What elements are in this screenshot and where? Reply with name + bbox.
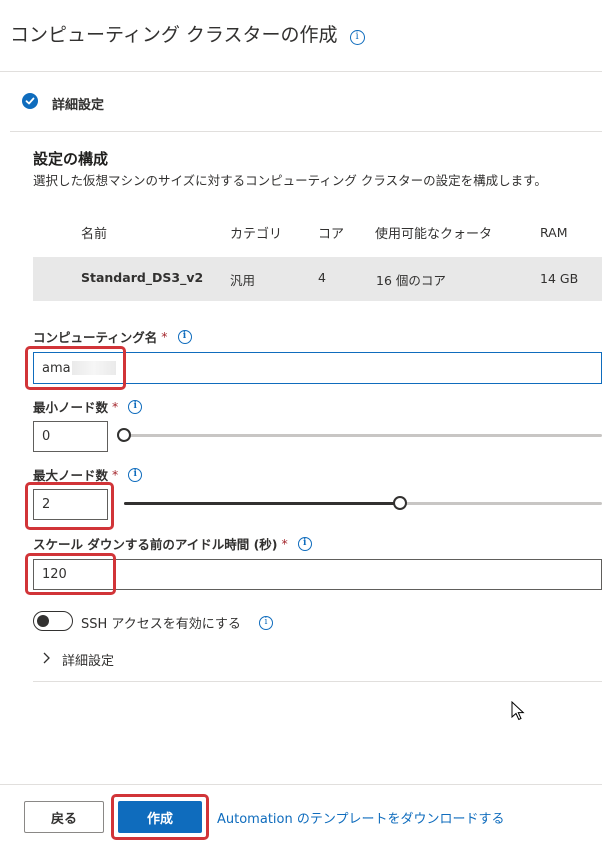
vm-category-cell: 汎用: [230, 273, 256, 288]
idle-time-label: スケール ダウンする前のアイドル時間 (秒) * i: [33, 534, 312, 553]
info-icon[interactable]: i: [297, 536, 312, 551]
ssh-toggle-label: SSH アクセスを有効にする i: [81, 613, 273, 632]
info-icon[interactable]: i: [128, 467, 143, 482]
footer-divider: [0, 784, 602, 785]
advanced-settings-label: 詳細設定: [62, 654, 115, 669]
checkmark-circle-icon: [22, 93, 38, 109]
compute-name-input[interactable]: ama: [33, 352, 602, 384]
advanced-divider: [33, 681, 602, 682]
back-button[interactable]: 戻る: [24, 801, 104, 833]
page-title: コンピューティング クラスターの作成 i: [10, 20, 365, 47]
vm-size-table: 名前 カテゴリ コア 使用可能なクォータ RAM Standard_DS3_v2…: [33, 205, 602, 301]
max-nodes-slider-fill: [124, 502, 400, 505]
column-header-ram: RAM: [540, 225, 568, 240]
idle-time-input[interactable]: 120: [33, 559, 602, 590]
info-icon[interactable]: i: [177, 329, 192, 344]
min-nodes-slider-thumb[interactable]: [117, 428, 131, 442]
max-nodes-label: 最大ノード数 * i: [33, 465, 143, 484]
redacted-text: [71, 361, 116, 375]
step-label: 詳細設定: [52, 98, 105, 113]
chevron-right-icon: [40, 650, 52, 669]
create-button[interactable]: 作成: [118, 801, 202, 833]
step-divider: [10, 131, 602, 132]
advanced-settings-expander[interactable]: 詳細設定: [40, 650, 114, 669]
max-nodes-slider-thumb[interactable]: [393, 496, 407, 510]
compute-name-label: コンピューティング名 * i: [33, 327, 192, 346]
toggle-knob: [37, 615, 49, 627]
max-nodes-input[interactable]: 2: [33, 489, 108, 520]
automation-template-link[interactable]: Automation のテンプレートをダウンロードする: [217, 808, 504, 827]
info-icon[interactable]: i: [349, 29, 365, 45]
column-header-name: 名前: [81, 227, 108, 242]
section-description: 選択した仮想マシンのサイズに対するコンピューティング クラスターの設定を構成しま…: [33, 173, 547, 188]
ssh-toggle[interactable]: [33, 611, 73, 631]
header-divider: [0, 71, 602, 72]
table-row[interactable]: Standard_DS3_v2 汎用 4 16 個のコア 14 GB: [33, 257, 602, 301]
min-nodes-input[interactable]: 0: [33, 421, 108, 452]
min-nodes-slider-track[interactable]: [124, 434, 602, 437]
vm-name-cell: Standard_DS3_v2: [81, 270, 204, 285]
info-icon[interactable]: i: [128, 399, 143, 414]
vm-cores-cell: 4: [318, 270, 326, 285]
column-header-cores: コア: [318, 227, 345, 242]
info-icon[interactable]: i: [258, 615, 273, 630]
mouse-cursor-icon: [511, 700, 525, 725]
vm-quota-cell: 16 個のコア: [376, 273, 446, 288]
section-title: 設定の構成: [33, 150, 109, 168]
vm-ram-cell: 14 GB: [540, 271, 579, 286]
min-nodes-label: 最小ノード数 * i: [33, 397, 143, 416]
column-header-category: カテゴリ: [230, 227, 283, 242]
column-header-quota: 使用可能なクォータ: [375, 227, 493, 242]
